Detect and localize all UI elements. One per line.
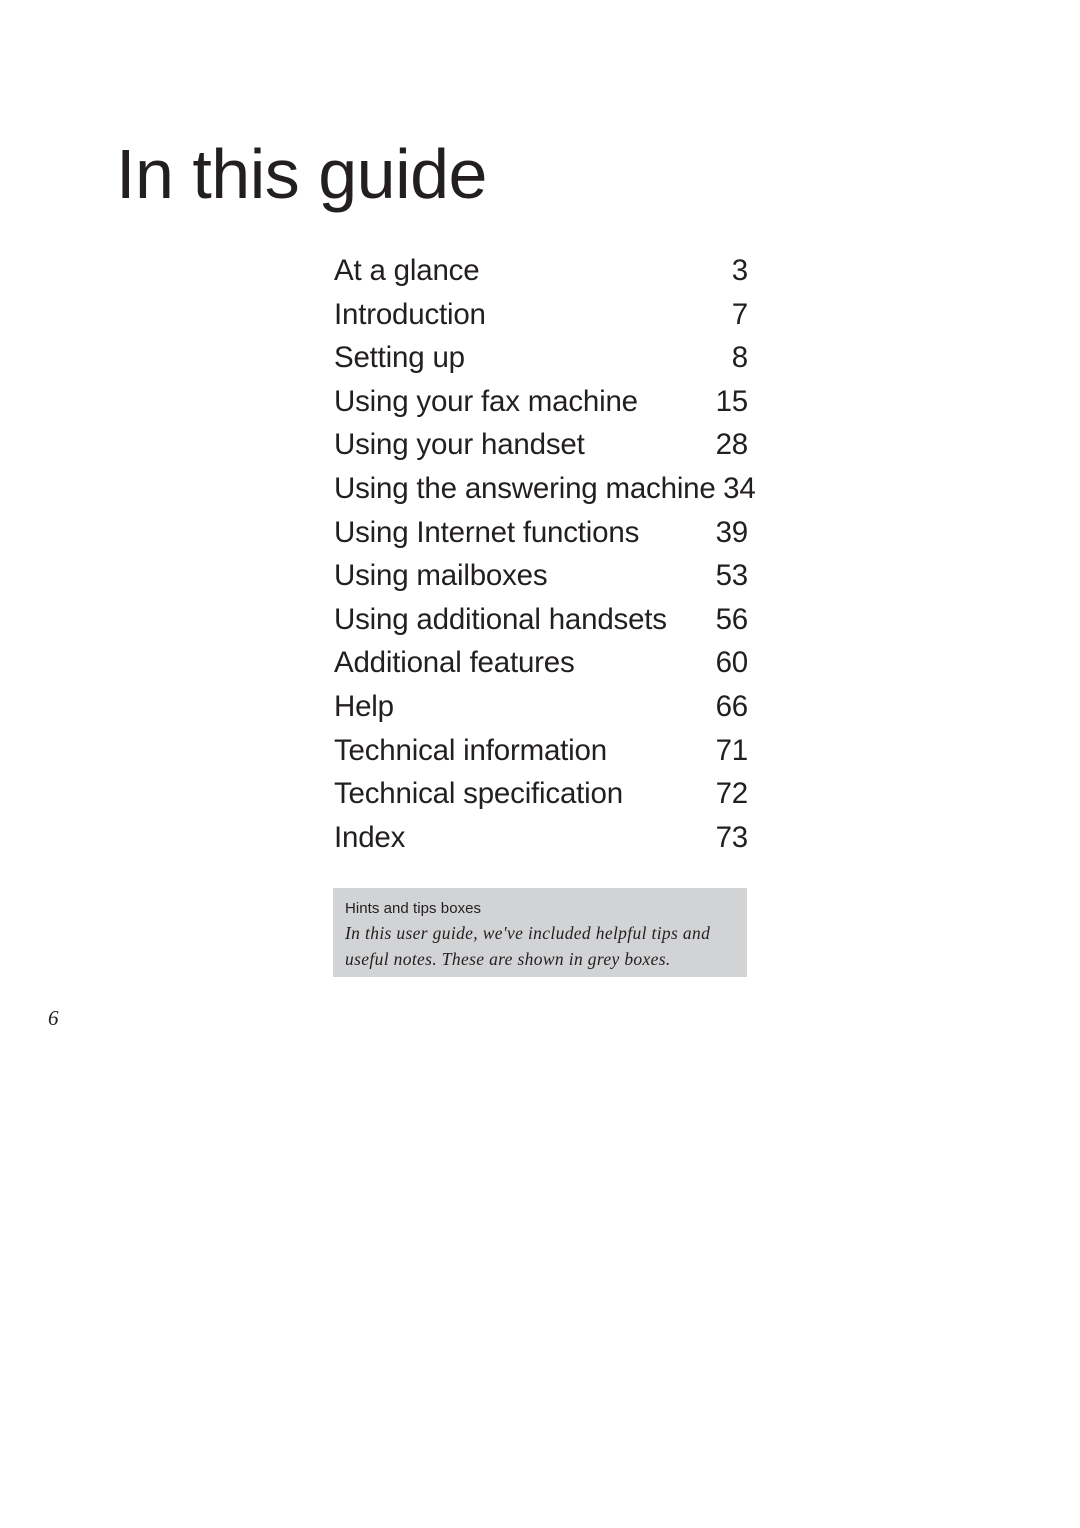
toc-entry-label: Technical specification [334,777,623,811]
toc-entry-page-number: 73 [715,820,749,854]
toc-entry-using-additional-handsets[interactable]: Using additional handsets 56 [334,598,748,642]
toc-entry-help[interactable]: Help 66 [334,685,748,729]
toc-entry-page-number: 7 [731,297,748,331]
toc-entry-using-internet-functions[interactable]: Using Internet functions 39 [334,511,748,555]
toc-entry-technical-specification[interactable]: Technical specification 72 [334,772,748,816]
toc-entry-page-number: 60 [715,646,749,680]
table-of-contents: At a glance 3 Introduction 7 Setting up … [334,249,756,860]
toc-entry-page-number: 56 [715,602,749,636]
toc-entry-label: Additional features [334,646,575,680]
toc-entry-introduction[interactable]: Introduction 7 [334,293,748,337]
toc-entry-page-number: 8 [731,341,748,375]
toc-entry-label: At a glance [334,254,480,287]
hints-box-title: Hints and tips boxes [345,900,482,917]
toc-entry-label: Using mailboxes [334,559,548,593]
toc-entry-label: Using the answering machine [334,471,716,505]
toc-entry-label: Using Internet functions [334,515,640,549]
toc-entry-page-number: 66 [715,689,749,723]
toc-entry-setting-up[interactable]: Setting up 8 [334,336,748,380]
document-page: In this guide At a glance 3 Introduction… [0,0,1080,1528]
toc-entry-label: Using your handset [334,428,585,462]
toc-entry-label: Using additional handsets [334,602,667,636]
toc-entry-using-your-fax-machine[interactable]: Using your fax machine 15 [334,380,748,424]
toc-entry-using-the-answering-machine[interactable]: Using the answering machine 34 [334,467,756,511]
page-title: In this guide [116,134,487,213]
toc-entry-using-mailboxes[interactable]: Using mailboxes 53 [334,554,748,598]
toc-entry-page-number: 15 [715,384,749,418]
toc-entry-additional-features[interactable]: Additional features 60 [334,641,748,685]
toc-entry-page-number: 53 [715,559,749,593]
toc-entry-page-number: 39 [715,515,749,549]
toc-entry-label: Help [334,689,394,723]
toc-entry-technical-information[interactable]: Technical information 71 [334,729,748,773]
toc-entry-at-a-glance[interactable]: At a glance 3 [334,249,748,293]
toc-entry-label: Setting up [334,341,465,375]
hints-box-body-line-1: In this user guide, we've included helpf… [345,923,711,943]
hints-and-tips-box: Hints and tips boxes In this user guide,… [333,888,747,977]
toc-entry-page-number: 28 [715,428,749,462]
page-folio-number: 6 [48,1006,59,1030]
hints-box-body-line-2: useful notes. These are shown in grey bo… [345,948,671,969]
hints-box-body: In this user guide, we've included helpf… [345,921,735,972]
toc-entry-index[interactable]: Index 73 [334,816,748,860]
toc-entry-using-your-handset[interactable]: Using your handset 28 [334,423,748,467]
toc-entry-page-number: 71 [715,733,749,767]
toc-entry-label: Technical information [334,733,607,767]
toc-entry-page-number: 3 [731,254,748,287]
toc-entry-page-number: 34 [723,471,756,505]
toc-entry-page-number: 72 [715,777,749,811]
toc-entry-label: Using your fax machine [334,384,638,418]
toc-entry-label: Index [334,820,406,854]
toc-entry-label: Introduction [334,297,486,331]
